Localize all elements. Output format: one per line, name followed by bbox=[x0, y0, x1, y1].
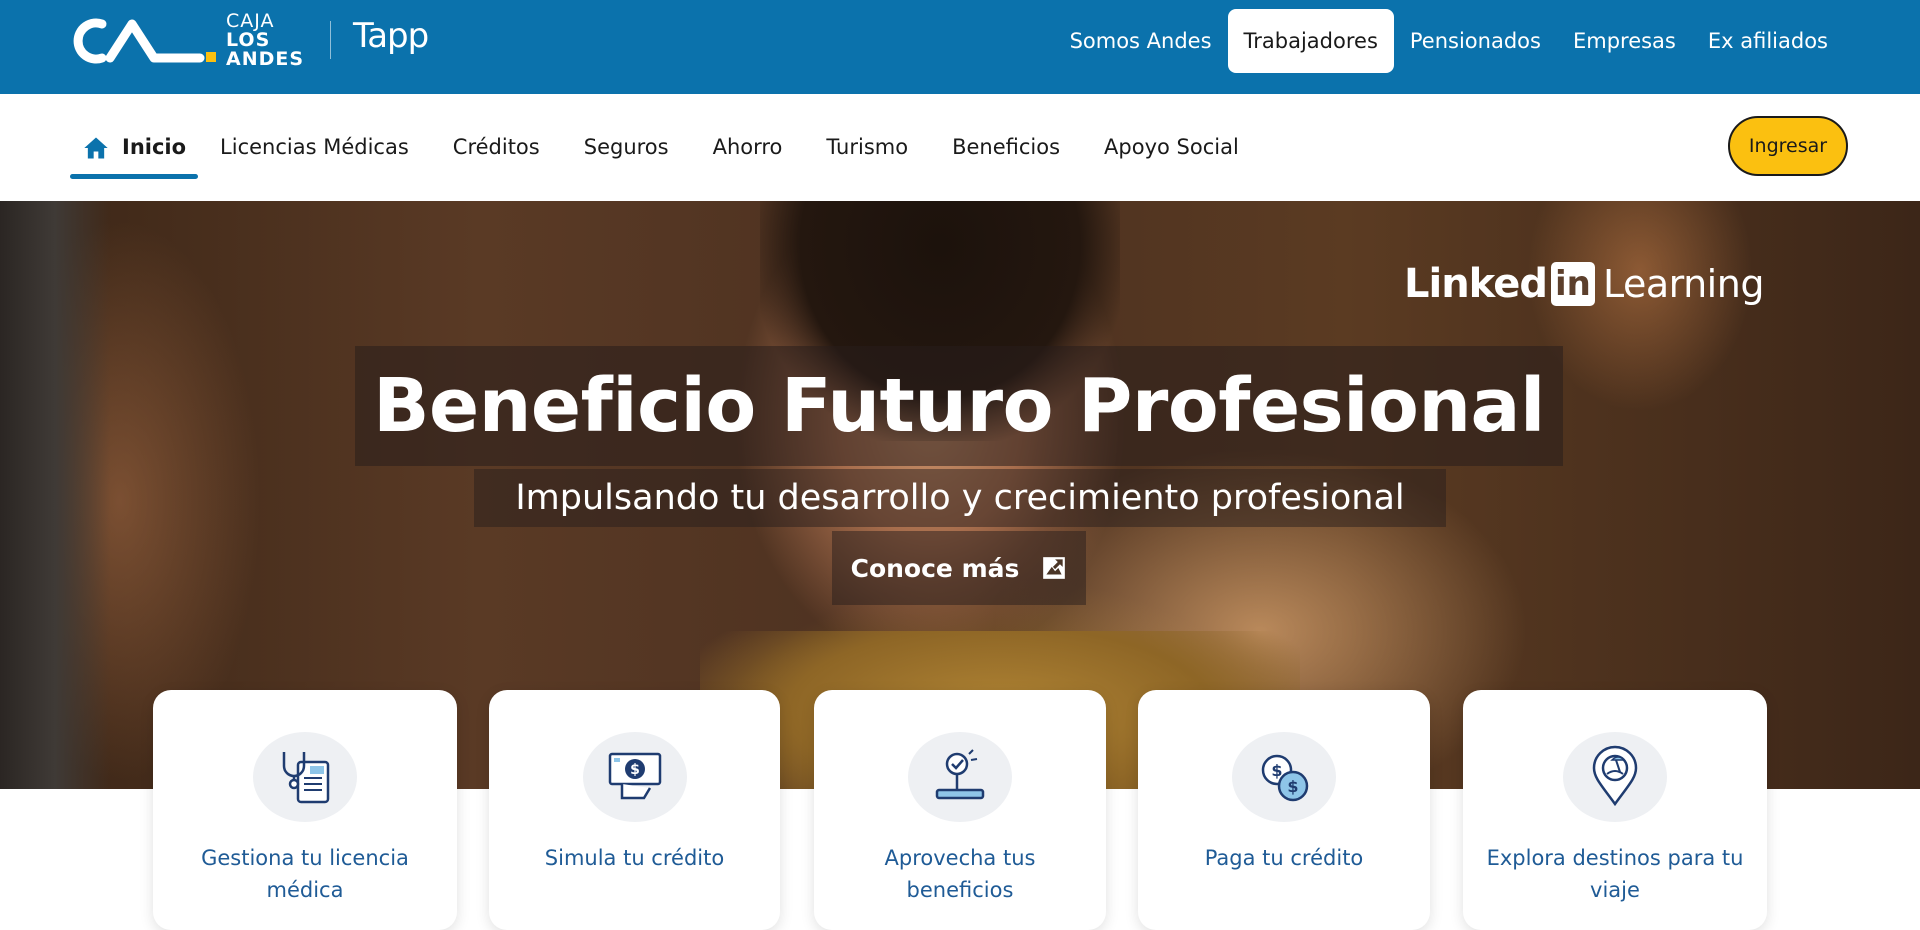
quick-action-simula-credito[interactable]: $ Simula tu crédito bbox=[489, 690, 780, 930]
brand-logo-link[interactable]: CAJA LOS ANDES Tapp bbox=[70, 9, 429, 70]
brand-divider bbox=[330, 21, 332, 59]
medical-license-icon bbox=[282, 752, 330, 804]
linkedin-learning-word: Learning bbox=[1602, 262, 1764, 306]
quick-actions: Gestiona tu licencia médica $ Simula tu … bbox=[0, 690, 1920, 930]
hero-subtitle: Impulsando tu desarrollo y crecimiento p… bbox=[515, 478, 1405, 518]
top-bar: CAJA LOS ANDES Tapp Somos Andes Trabajad… bbox=[0, 0, 1920, 94]
main-nav: Inicio Licencias Médicas Créditos Seguro… bbox=[0, 94, 1920, 201]
linkedin-learning-logo: Linked in Learning bbox=[1404, 261, 1764, 307]
audience-tab-pensionados[interactable]: Pensionados bbox=[1394, 9, 1557, 73]
audience-tab-trabajadores[interactable]: Trabajadores bbox=[1227, 9, 1394, 73]
quick-action-destinos[interactable]: Explora destinos para tu viaje bbox=[1463, 690, 1767, 930]
nav-item-inicio[interactable]: Inicio bbox=[70, 94, 199, 201]
nav-item-creditos[interactable]: Créditos bbox=[453, 94, 540, 201]
nav-item-licencias-medicas[interactable]: Licencias Médicas bbox=[220, 94, 409, 201]
audience-tab-somos-andes[interactable]: Somos Andes bbox=[1054, 9, 1228, 73]
brand-wordmark: CAJA LOS ANDES bbox=[226, 9, 305, 70]
quick-action-beneficios[interactable]: Aprovecha tus beneficios bbox=[814, 690, 1106, 930]
home-icon bbox=[84, 137, 108, 158]
nav-item-turismo[interactable]: Turismo bbox=[826, 94, 908, 201]
quick-action-paga-credito[interactable]: $ $ Paga tu crédito bbox=[1138, 690, 1430, 930]
card-icon-bg: $ $ bbox=[1232, 732, 1336, 822]
nav-item-ahorro[interactable]: Ahorro bbox=[713, 94, 783, 201]
travel-destination-icon bbox=[1592, 745, 1638, 807]
card-label: Explora destinos para tu viaje bbox=[1486, 846, 1744, 902]
card-label: Simula tu crédito bbox=[544, 846, 725, 870]
audience-tab-ex-afiliados[interactable]: Ex afiliados bbox=[1692, 9, 1844, 73]
svg-text:$: $ bbox=[630, 762, 640, 778]
login-button[interactable]: Ingresar bbox=[1728, 116, 1848, 176]
main-nav-menu: Inicio Licencias Médicas Créditos Seguro… bbox=[70, 94, 1283, 201]
svg-text:$: $ bbox=[1287, 777, 1298, 796]
card-label: Aprovecha tus beneficios bbox=[884, 846, 1036, 902]
nav-item-apoyo-social[interactable]: Apoyo Social bbox=[1104, 94, 1239, 201]
credit-simulation-icon: $ bbox=[608, 752, 661, 800]
caja-los-andes-logo-icon bbox=[73, 18, 216, 64]
brand-line-1: CAJA bbox=[226, 9, 275, 32]
hero-title: Beneficio Futuro Profesional bbox=[373, 363, 1545, 449]
card-icon-bg bbox=[908, 732, 1012, 822]
brand-line-2: LOS bbox=[226, 28, 271, 51]
external-image-icon bbox=[1043, 557, 1066, 579]
linkedin-in-icon: in bbox=[1550, 262, 1595, 306]
audience-nav: Somos Andes Trabajadores Pensionados Emp… bbox=[1054, 9, 1844, 73]
hero-cta-link[interactable]: Conoce más bbox=[832, 531, 1086, 605]
hero-cta-label: Conoce más bbox=[850, 553, 1020, 583]
brand-line-3: ANDES bbox=[226, 47, 305, 70]
card-label: Paga tu crédito bbox=[1204, 846, 1364, 870]
nav-item-seguros[interactable]: Seguros bbox=[584, 94, 669, 201]
quick-action-licencia[interactable]: Gestiona tu licencia médica bbox=[153, 690, 457, 930]
linkedin-logo-word: Linked bbox=[1404, 261, 1548, 307]
card-icon-bg bbox=[1563, 732, 1667, 822]
card-label: Gestiona tu licencia médica bbox=[201, 846, 409, 902]
benefits-icon bbox=[935, 749, 985, 800]
coins-icon: $ $ bbox=[1261, 754, 1309, 802]
tapp-logo: Tapp bbox=[353, 16, 429, 56]
card-icon-bg: $ bbox=[582, 732, 687, 822]
card-icon-bg bbox=[253, 732, 357, 822]
nav-item-beneficios[interactable]: Beneficios bbox=[952, 94, 1060, 201]
audience-tab-empresas[interactable]: Empresas bbox=[1557, 9, 1692, 73]
nav-item-inicio-label: Inicio bbox=[122, 135, 187, 159]
